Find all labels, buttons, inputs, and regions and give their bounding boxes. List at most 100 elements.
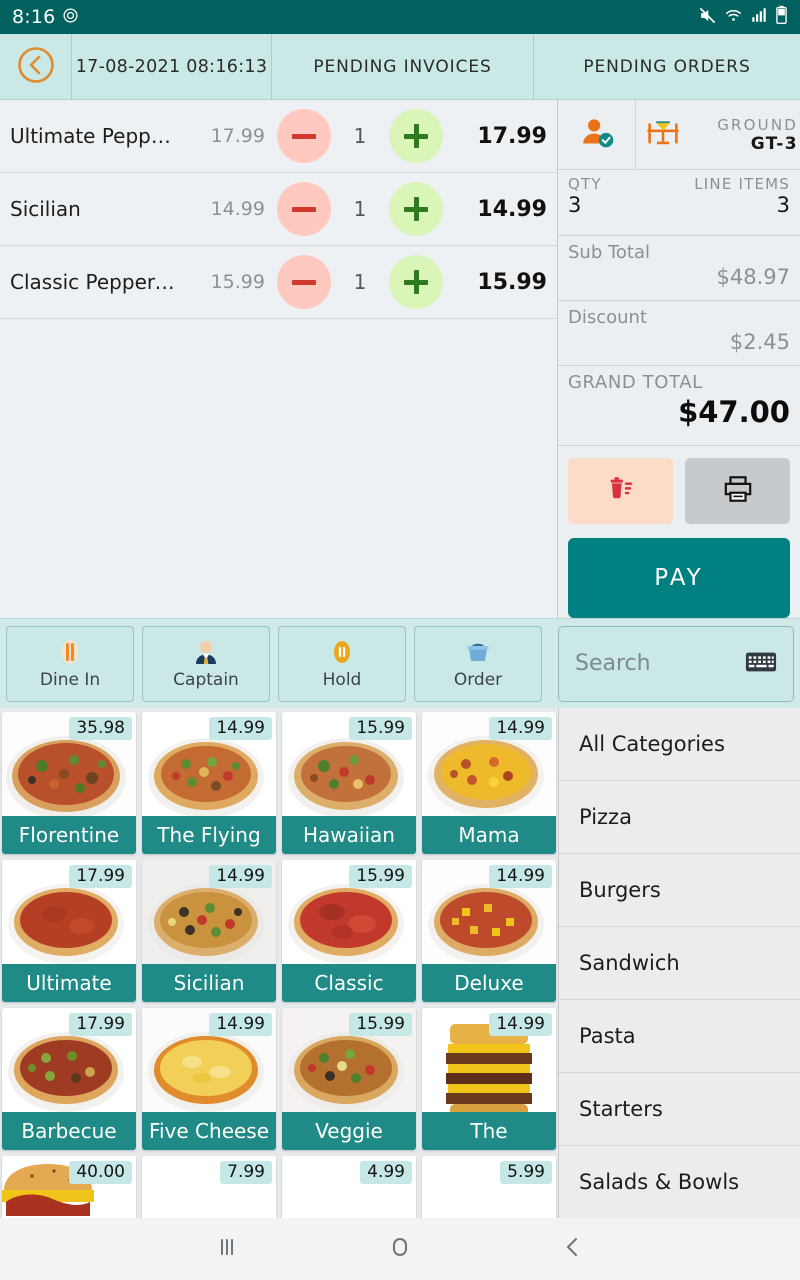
product-tile[interactable]: 5.99 (422, 1156, 556, 1222)
product-tile[interactable]: 35.98 Florentine (2, 712, 136, 854)
order-section: Ultimate Pepper… 17.99 1 17.99 Sicilian … (0, 100, 800, 618)
product-tile[interactable]: 14.99 Five Cheese (142, 1008, 276, 1150)
increment-qty-button[interactable] (389, 255, 443, 309)
product-tile[interactable]: 17.99 Barbecue (2, 1008, 136, 1150)
captain-button[interactable]: Captain (142, 625, 270, 702)
plus-icon (404, 197, 428, 221)
table-selector[interactable]: GROUND GT-3 (636, 100, 800, 169)
product-name: The Flying (142, 816, 276, 854)
product-price: 17.99 (69, 1013, 132, 1036)
decrement-qty-button[interactable] (277, 182, 331, 236)
product-name: Ultimate (2, 964, 136, 1002)
product-name: Classic (282, 964, 416, 1002)
product-tile[interactable]: 17.99 Ultimate (2, 860, 136, 1002)
category-item-pasta[interactable]: Pasta (559, 1000, 800, 1073)
home-icon[interactable] (387, 1234, 413, 1264)
grand-total-label: GRAND TOTAL (568, 372, 703, 393)
product-tile[interactable]: 40.00 (2, 1156, 136, 1222)
product-price: 14.99 (489, 1013, 552, 1036)
decrement-qty-button[interactable] (277, 255, 331, 309)
back-icon[interactable] (560, 1234, 586, 1264)
category-item-sandwich[interactable]: Sandwich (559, 927, 800, 1000)
minus-icon (292, 206, 316, 212)
cutlery-icon (58, 637, 82, 667)
trash-icon (606, 474, 636, 508)
cart-item-unit-price: 14.99 (210, 198, 265, 220)
tab-pending-invoices[interactable]: PENDING INVOICES (272, 34, 534, 99)
increment-qty-button[interactable] (389, 109, 443, 163)
product-tile[interactable]: 7.99 (142, 1156, 276, 1222)
order-header: GROUND GT-3 (558, 100, 800, 170)
pause-icon (330, 637, 354, 667)
minus-icon (292, 279, 316, 285)
product-price: 15.99 (349, 717, 412, 740)
battery-icon (775, 5, 788, 29)
keyboard-icon[interactable] (745, 649, 777, 679)
sub-total-row: Sub Total $48.97 (558, 236, 800, 301)
plus-icon (404, 124, 428, 148)
qty-lineitems-row: QTY LINE ITEMS 3 3 (558, 170, 800, 236)
print-button[interactable] (685, 458, 790, 524)
product-name: Mama (422, 816, 556, 854)
product-grid: 35.98 Florentine 14.99 The Flying 15.99 … (0, 708, 558, 1226)
plus-icon (404, 270, 428, 294)
status-bar-clock: 8:16 (12, 6, 56, 28)
cart-row[interactable]: Sicilian 14.99 1 14.99 (0, 173, 557, 246)
dine-in-button[interactable]: Dine In (6, 625, 134, 702)
category-item-starters[interactable]: Starters (559, 1073, 800, 1146)
cart-item-line-total: 17.99 (477, 123, 547, 149)
product-name: Barbecue (2, 1112, 136, 1150)
delete-order-button[interactable] (568, 458, 673, 524)
grand-total-row: GRAND TOTAL $47.00 (558, 366, 800, 446)
pay-button[interactable]: PAY (568, 538, 790, 618)
product-tile[interactable]: 15.99 Hawaiian (282, 712, 416, 854)
product-price: 4.99 (360, 1161, 412, 1184)
product-name: The (422, 1112, 556, 1150)
category-item-burgers[interactable]: Burgers (559, 854, 800, 927)
mute-icon (698, 6, 717, 29)
product-price: 14.99 (209, 717, 272, 740)
product-price: 15.99 (349, 1013, 412, 1036)
cart-item-unit-price: 17.99 (210, 125, 265, 147)
line-items-label: LINE ITEMS (694, 175, 790, 193)
product-tile[interactable]: 14.99 Mama (422, 712, 556, 854)
sub-total-value: $48.97 (716, 265, 790, 289)
android-nav-bar (0, 1218, 800, 1280)
product-tile[interactable]: 14.99 The (422, 1008, 556, 1150)
customer-button[interactable] (558, 100, 636, 169)
search-input[interactable]: Search (558, 625, 794, 702)
catalog-section: 35.98 Florentine 14.99 The Flying 15.99 … (0, 708, 800, 1226)
hold-button[interactable]: Hold (278, 625, 406, 702)
category-item-pizza[interactable]: Pizza (559, 781, 800, 854)
status-bar-right (698, 5, 788, 29)
product-price: 5.99 (500, 1161, 552, 1184)
alarm-icon (62, 7, 79, 28)
order-label: Order (453, 670, 503, 690)
cart-row[interactable]: Ultimate Pepper… 17.99 1 17.99 (0, 100, 557, 173)
category-item-all-categories[interactable]: All Categories (559, 708, 800, 781)
increment-qty-button[interactable] (389, 182, 443, 236)
decrement-qty-button[interactable] (277, 109, 331, 163)
discount-row[interactable]: Discount $2.45 (558, 301, 800, 366)
category-item-salads-bowls[interactable]: Salads & Bowls (559, 1146, 800, 1219)
cart-item-unit-price: 15.99 (210, 271, 265, 293)
order-button[interactable]: Order (414, 625, 542, 702)
product-tile[interactable]: 14.99 Deluxe (422, 860, 556, 1002)
product-tile[interactable]: 15.99 Veggie (282, 1008, 416, 1150)
back-button[interactable] (0, 34, 72, 99)
line-items-value: 3 (776, 193, 790, 217)
cart-item-line-total: 14.99 (477, 196, 547, 222)
takeaway-icon (465, 637, 491, 667)
product-name: Veggie (282, 1112, 416, 1150)
top-tab-bar: 17-08-2021 08:16:13 PENDING INVOICES PEN… (0, 34, 800, 100)
product-tile[interactable]: 14.99 The Flying (142, 712, 276, 854)
tab-pending-orders[interactable]: PENDING ORDERS (534, 34, 800, 99)
product-tile[interactable]: 15.99 Classic (282, 860, 416, 1002)
recents-icon[interactable] (214, 1234, 240, 1264)
product-tile[interactable]: 4.99 (282, 1156, 416, 1222)
product-price: 14.99 (489, 717, 552, 740)
product-tile[interactable]: 14.99 Sicilian (142, 860, 276, 1002)
cart-item-name: Ultimate Pepper… (10, 124, 187, 148)
signal-icon (750, 6, 768, 28)
cart-row[interactable]: Classic Pepperoni 15.99 1 15.99 (0, 246, 557, 319)
